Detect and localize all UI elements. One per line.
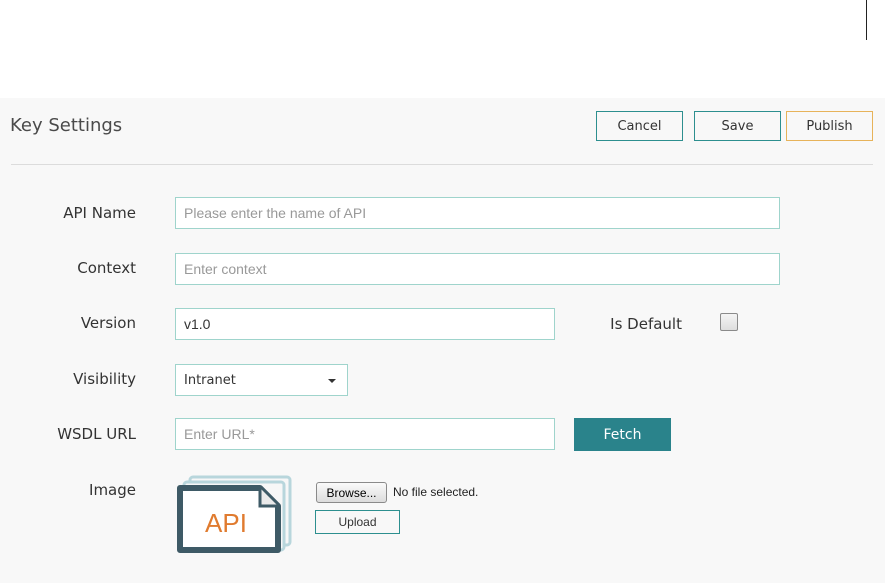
- wsdl-url-input[interactable]: Enter URL*: [175, 418, 555, 450]
- version-input[interactable]: v1.0: [175, 308, 555, 340]
- visibility-selected-value: Intranet: [184, 372, 236, 388]
- caret-down-icon: [328, 379, 336, 383]
- api-name-label: API Name: [63, 204, 136, 222]
- api-thumbnail-image: API: [177, 475, 292, 553]
- version-value: v1.0: [184, 316, 211, 332]
- browse-button[interactable]: Browse...: [316, 482, 387, 503]
- api-name-input[interactable]: Please enter the name of API: [175, 197, 780, 229]
- upload-button[interactable]: Upload: [315, 510, 400, 534]
- image-label: Image: [89, 481, 136, 499]
- context-placeholder: Enter context: [184, 261, 267, 277]
- context-input[interactable]: Enter context: [175, 253, 780, 285]
- wsdl-url-label: WSDL URL: [57, 425, 136, 443]
- top-bar: [0, 0, 885, 98]
- is-default-label: Is Default: [610, 315, 682, 333]
- is-default-checkbox[interactable]: [720, 313, 738, 331]
- api-thumbnail-text: API: [205, 508, 247, 538]
- file-status-text: No file selected.: [393, 485, 479, 499]
- publish-button[interactable]: Publish: [786, 111, 873, 141]
- settings-panel: [0, 98, 885, 583]
- header-divider: [11, 164, 873, 165]
- visibility-label: Visibility: [73, 370, 136, 388]
- text-cursor: [866, 0, 867, 40]
- api-name-placeholder: Please enter the name of API: [184, 205, 367, 221]
- visibility-select[interactable]: Intranet: [175, 364, 348, 396]
- context-label: Context: [77, 259, 136, 277]
- page-title: Key Settings: [10, 115, 123, 136]
- version-label: Version: [80, 314, 136, 332]
- wsdl-url-placeholder: Enter URL*: [184, 426, 255, 442]
- cancel-button[interactable]: Cancel: [596, 111, 683, 141]
- save-button[interactable]: Save: [694, 111, 781, 141]
- fetch-button[interactable]: Fetch: [574, 418, 671, 451]
